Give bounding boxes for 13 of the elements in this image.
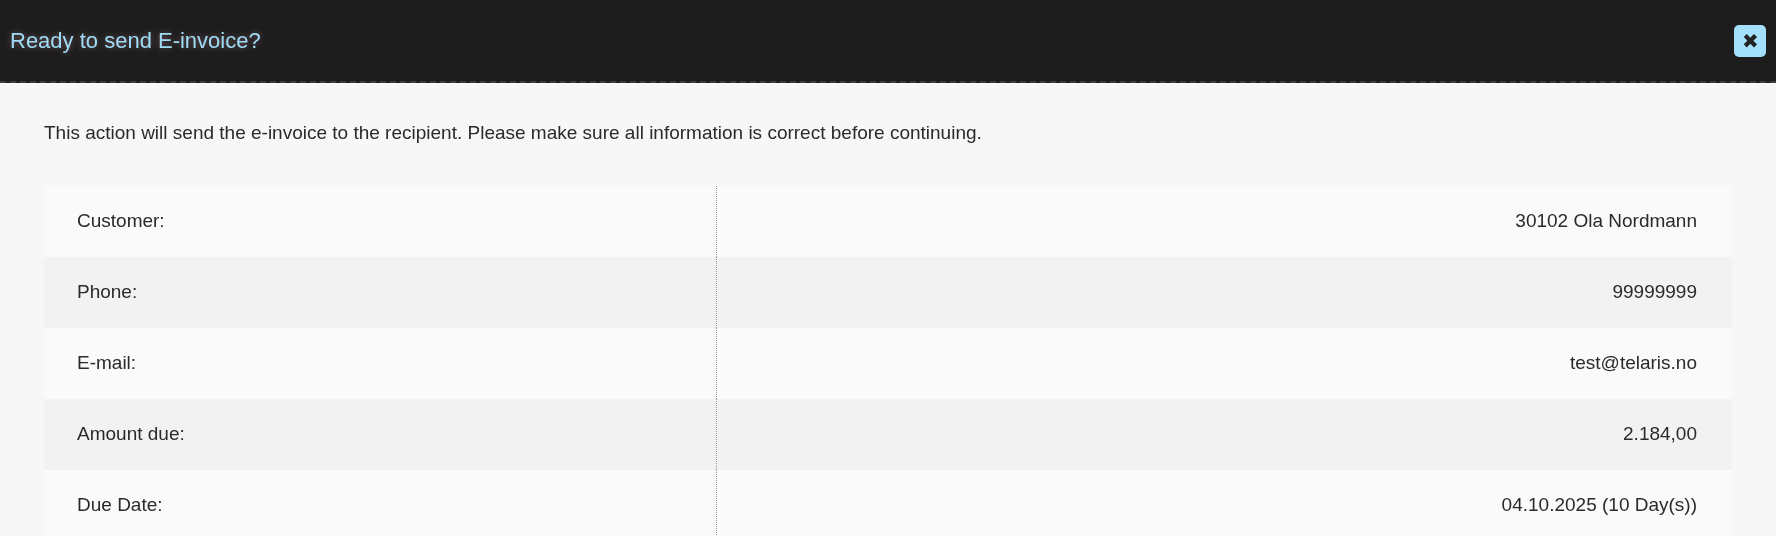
detail-value: test@telaris.no	[1570, 350, 1697, 375]
detail-label: Customer:	[77, 208, 165, 233]
close-button[interactable]: ✖	[1734, 24, 1766, 57]
message-text: This action will send the e-invoice to the recipient. Please make sure all information is correct before continuing.	[44, 121, 983, 145]
detail-label: Amount due:	[77, 421, 185, 446]
detail-value: 30102 Ola Nordmann	[1515, 208, 1697, 233]
dialog-title: Ready to send E-invoice?	[10, 27, 261, 55]
detail-value: 99999999	[1612, 279, 1697, 304]
detail-value: 2.184,00	[1623, 421, 1697, 446]
detail-label: Due Date:	[77, 492, 163, 517]
detail-label: E-mail:	[77, 350, 137, 375]
detail-label: Phone:	[77, 279, 138, 304]
detail-value: 04.10.2025 (10 Day(s))	[1501, 492, 1697, 517]
